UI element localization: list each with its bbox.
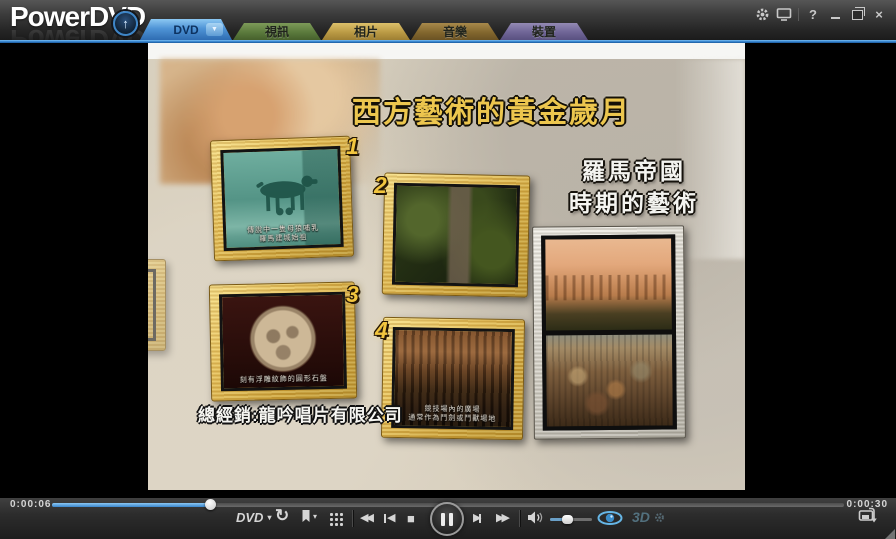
chapter-1-art-wolf-statue: 傳說中一隻母狼哺乳 羅馬建城始祖: [223, 149, 340, 248]
eye-icon: [597, 511, 623, 525]
minimize-icon: [831, 17, 840, 19]
wolf-silhouette: [236, 167, 334, 222]
seek-thumb[interactable]: [205, 499, 216, 510]
gear-icon: [654, 512, 665, 523]
pause-icon: [441, 513, 445, 526]
source-select-label: DVD: [236, 510, 263, 525]
menu-subtitle-line2: 時期的藝術: [544, 187, 724, 219]
truetheater-button[interactable]: [597, 511, 623, 525]
chapter-4-caption: 競技場內的廣場 通常作為鬥劍或鬥獸場地: [394, 404, 510, 424]
stop-button[interactable]: ■: [407, 511, 415, 526]
stop-icon: ■: [407, 511, 415, 526]
previous-button[interactable]: ◀: [384, 513, 392, 524]
source-select-button[interactable]: DVD ▾: [236, 510, 271, 525]
tab-dvd-label: DVD: [173, 23, 198, 37]
tab-photo[interactable]: 相片: [322, 23, 410, 40]
chapter-3-art-medallion: 刻有浮雕紋飾的圓形石盤: [222, 295, 344, 388]
chapter-3-caption: 刻有浮雕紋飾的圓形石盤: [224, 374, 344, 386]
chapter-2-caption: [395, 279, 515, 282]
chapter-4-art-colosseum-interior: 競技場內的廣場 通常作為鬥劍或鬥獸場地: [394, 330, 512, 427]
gear-icon: [755, 7, 770, 22]
chapter-2-number: 2: [374, 172, 387, 199]
control-bar: 0:00:06 0:00:30 DVD ▾ ↻ ▾ ◀◀ ◀ ■: [0, 497, 896, 539]
video-area[interactable]: 西方藝術的黃金歲月 羅馬帝國 時期的藝術: [0, 43, 896, 497]
tab-photo-label: 相片: [354, 23, 378, 40]
divider: [798, 8, 799, 21]
tv-icon: [776, 7, 792, 22]
repeat-button[interactable]: ↻: [275, 506, 289, 526]
tab-device[interactable]: 裝置: [500, 23, 588, 40]
tab-video[interactable]: 視訊: [233, 23, 321, 40]
menu-grid-button[interactable]: [329, 512, 343, 526]
menu-subtitle-line1: 羅馬帝國: [544, 155, 724, 187]
previous-icon: [384, 514, 386, 523]
minimize-button[interactable]: [824, 5, 846, 23]
caret-down-icon: ▾: [313, 512, 317, 521]
menu-title: 西方藝術的黃金歲月: [352, 89, 672, 131]
pause-button[interactable]: [430, 502, 464, 536]
loop-icon: ↻: [275, 506, 289, 526]
titlebar: PowerDVD PowerDVD ↑ DVD ▼ 視訊 相片 音樂 裝置: [0, 0, 896, 40]
3d-label: 3D: [632, 509, 650, 525]
restore-icon: [852, 10, 863, 20]
upgrade-button[interactable]: ↑: [113, 11, 138, 36]
volume-slider[interactable]: [550, 518, 592, 521]
switch-display-button[interactable]: [858, 507, 880, 524]
help-button[interactable]: ?: [802, 5, 824, 23]
rewind-icon: ◀◀: [360, 513, 371, 524]
divider: [352, 510, 353, 527]
chapter-2-art-statue: [395, 186, 517, 284]
fast-forward-icon: ▶▶: [496, 513, 507, 524]
settings-button[interactable]: [751, 5, 773, 23]
tab-device-label: 裝置: [532, 23, 556, 40]
powerdvd-window: PowerDVD PowerDVD ↑ DVD ▼ 視訊 相片 音樂 裝置: [0, 0, 896, 539]
tab-music[interactable]: 音樂: [411, 23, 499, 40]
chapter-1-number: 1: [346, 133, 359, 160]
bookmark-icon: [301, 509, 311, 523]
mute-button[interactable]: [527, 511, 543, 524]
caret-down-icon: ▾: [267, 513, 271, 522]
next-icon: [479, 514, 481, 523]
colosseum-exterior-image: [545, 238, 672, 330]
next-button[interactable]: ▶: [473, 513, 481, 524]
dvd-menu-screen: 西方藝術的黃金歲月 羅馬帝國 時期的藝術: [148, 43, 745, 490]
display-switch-icon: [858, 507, 880, 524]
restore-button[interactable]: [846, 5, 868, 23]
chapter-thumbnail-1[interactable]: 傳說中一隻母狼哺乳 羅馬建城始祖: [210, 136, 354, 262]
tab-dvd[interactable]: DVD ▼: [140, 19, 232, 40]
arrow-up-icon: ↑: [122, 16, 129, 31]
chapter-thumbnail-3[interactable]: 刻有浮雕紋飾的圓形石盤: [209, 281, 357, 401]
chapter-3-number: 3: [346, 281, 359, 308]
seek-progress: [52, 503, 210, 507]
elapsed-time: 0:00:06: [10, 499, 51, 510]
letterbox-strip: [148, 43, 745, 59]
speaker-icon: [527, 511, 543, 524]
rewind-button[interactable]: ◀◀: [360, 513, 371, 524]
cropped-frame-edge: [148, 259, 166, 351]
close-button[interactable]: ×: [868, 5, 890, 23]
window-controls: ? ×: [751, 5, 890, 23]
fast-forward-button[interactable]: ▶▶: [496, 513, 507, 524]
menu-subtitle: 羅馬帝國 時期的藝術: [544, 155, 724, 219]
bookmark-button[interactable]: ▾: [301, 509, 317, 523]
tab-video-label: 視訊: [265, 23, 289, 40]
distributor-text: 總經銷:龍吟唱片有限公司: [198, 401, 403, 426]
chapter-4-number: 4: [375, 317, 388, 344]
battle-painting-image: [546, 334, 673, 426]
museum-frame: [532, 225, 686, 439]
divider: [519, 510, 520, 527]
chapter-1-caption: 傳說中一隻母狼哺乳 羅馬建城始祖: [226, 223, 341, 245]
tab-music-label: 音樂: [443, 23, 467, 40]
chevron-down-icon[interactable]: ▼: [206, 23, 223, 36]
tv-mode-button[interactable]: [773, 5, 795, 23]
volume-thumb[interactable]: [562, 515, 573, 524]
resize-grip[interactable]: [885, 529, 895, 539]
chapter-thumbnail-2[interactable]: [382, 172, 531, 297]
tab-bar: DVD ▼ 視訊 相片 音樂 裝置: [140, 19, 589, 40]
3d-button[interactable]: 3D: [632, 509, 665, 525]
